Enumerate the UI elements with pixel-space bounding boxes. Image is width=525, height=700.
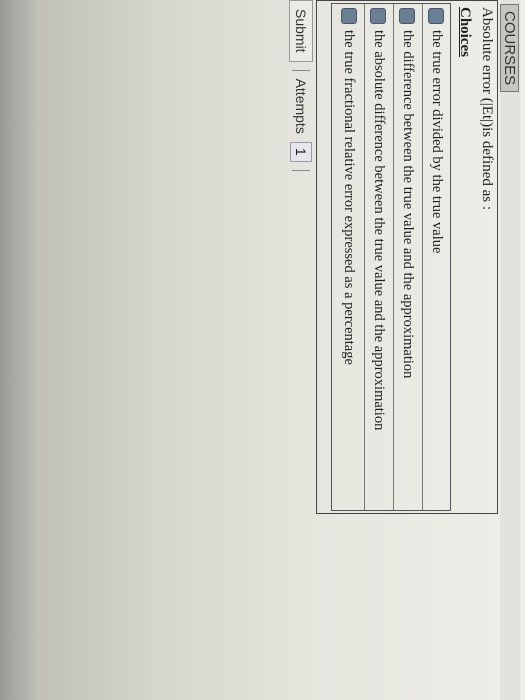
choice-option-2[interactable]: the difference between the true value an… — [393, 4, 421, 510]
choice-option-1[interactable]: the true error divided by the true value — [422, 4, 450, 510]
courses-bar: COURSES — [500, 0, 520, 700]
question-box: Absolute error (|Et|)is defined as : Cho… — [316, 0, 498, 514]
quiz-panel: COURSES Absolute error (|Et|)is defined … — [260, 0, 520, 700]
submit-row: Submit Attempts 1 — [288, 0, 314, 512]
choice-label: the true fractional relative error expre… — [341, 30, 358, 365]
choice-label: the absolute difference between the true… — [371, 30, 387, 431]
radio-button-icon[interactable] — [370, 8, 387, 24]
radio-button-icon[interactable] — [399, 8, 416, 24]
courses-tab[interactable]: COURSES — [500, 4, 519, 93]
photo-edge — [0, 0, 40, 700]
choices-title: Choices — [457, 7, 473, 57]
choice-label: the difference between the true value an… — [400, 30, 416, 379]
divider — [292, 169, 310, 171]
divider — [292, 69, 310, 71]
choice-option-4[interactable]: the true fractional relative error expre… — [335, 4, 363, 510]
attempts-label: Attempts — [293, 78, 309, 134]
choices-list: the true error divided by the true value… — [331, 3, 451, 511]
choice-option-3[interactable]: the absolute difference between the true… — [364, 4, 392, 510]
question-text: Absolute error (|Et|)is defined as : — [479, 7, 495, 211]
attempts-count: 1 — [290, 141, 312, 162]
choice-label: the true error divided by the true value — [429, 30, 445, 254]
radio-button-icon[interactable] — [341, 8, 357, 24]
submit-button[interactable]: Submit — [289, 0, 313, 62]
radio-button-icon[interactable] — [428, 8, 445, 24]
